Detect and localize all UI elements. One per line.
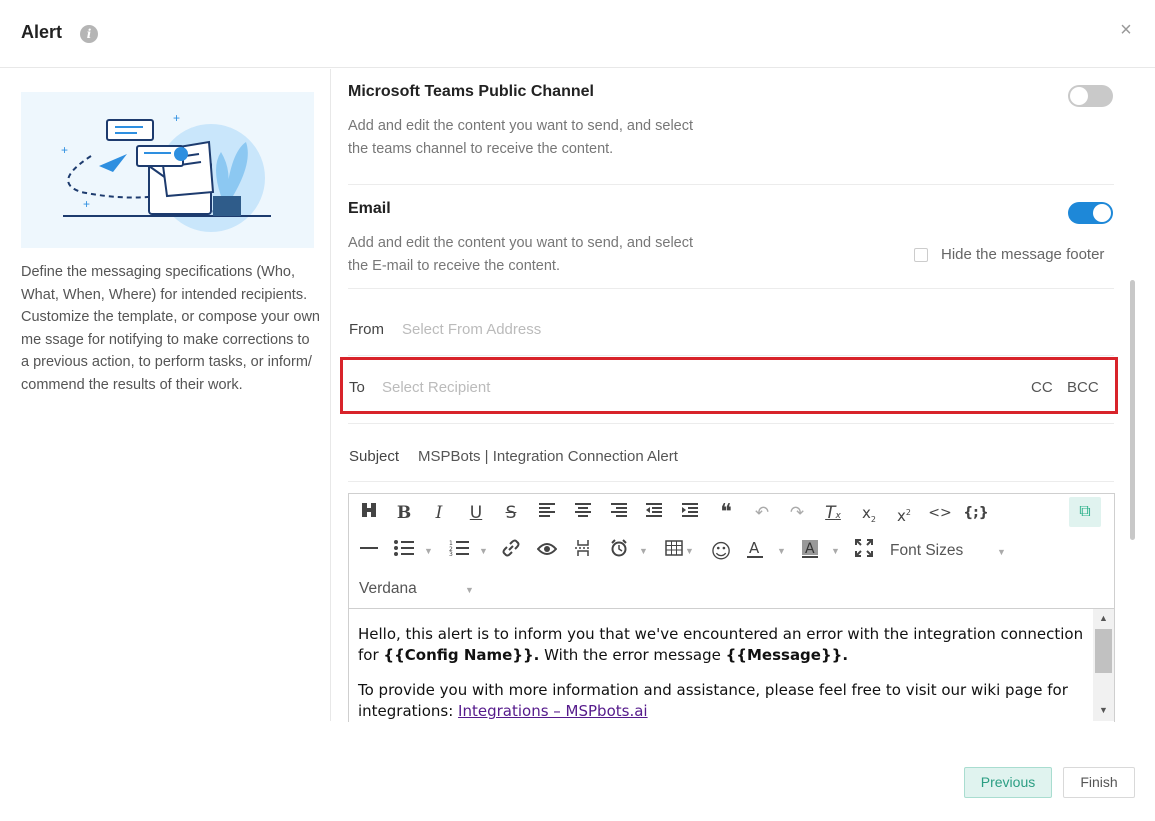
email-desc-line2: the E-mail to receive the content. <box>348 258 560 274</box>
code-icon[interactable]: <> <box>927 501 953 525</box>
align-right-icon[interactable] <box>606 501 632 525</box>
find-replace-icon[interactable] <box>356 501 382 525</box>
message-variable: {{Message}}. <box>725 646 849 664</box>
editor-scrollbar-thumb[interactable] <box>1095 629 1112 673</box>
variable-icon[interactable]: {;} <box>963 501 989 525</box>
italic-icon[interactable]: I <box>426 501 452 525</box>
subject-label: Subject <box>349 448 400 465</box>
fullscreen-icon[interactable] <box>851 539 877 563</box>
svg-text:A: A <box>749 539 760 557</box>
bold-icon[interactable]: B <box>391 501 417 525</box>
recipient-select[interactable]: Select Recipient <box>382 379 490 396</box>
teams-description: Add and edit the content you want to sen… <box>348 115 748 161</box>
messaging-illustration: + + + <box>21 92 314 248</box>
dialog-header: Alert i × <box>0 0 1155 68</box>
toggle-knob <box>1093 204 1111 222</box>
align-left-icon[interactable] <box>534 501 560 525</box>
svg-text:+: + <box>61 143 68 157</box>
superscript-icon[interactable]: x2 <box>891 501 917 525</box>
undo-icon[interactable]: ↶ <box>749 501 775 525</box>
email-desc-line1: Add and edit the content you want to sen… <box>348 235 694 251</box>
divider <box>348 288 1114 289</box>
redo-icon[interactable]: ↷ <box>784 501 810 525</box>
finish-button[interactable]: Finish <box>1063 767 1135 798</box>
clear-format-icon[interactable]: Tx <box>820 501 846 525</box>
bcc-button[interactable]: BCC <box>1067 379 1099 396</box>
align-center-icon[interactable] <box>570 501 596 525</box>
chevron-down-icon[interactable]: ▼ <box>777 546 786 556</box>
config-name-variable: {{Config Name}}. <box>383 646 540 664</box>
svg-text:3: 3 <box>449 551 453 556</box>
chevron-down-icon[interactable]: ▼ <box>997 547 1006 557</box>
close-icon[interactable]: × <box>1116 20 1136 40</box>
to-label: To <box>349 379 365 396</box>
previous-button[interactable]: Previous <box>964 767 1052 798</box>
dialog-title: Alert <box>21 22 63 42</box>
scroll-up-icon[interactable]: ▲ <box>1093 609 1114 627</box>
svg-text:+: + <box>173 111 180 125</box>
chevron-down-icon[interactable]: ▼ <box>465 585 474 595</box>
svg-text:A: A <box>805 541 815 557</box>
email-title: Email <box>348 200 391 217</box>
right-panel-scrollbar-thumb[interactable] <box>1130 280 1135 540</box>
chevron-down-icon[interactable]: ▼ <box>831 546 840 556</box>
svg-text:+: + <box>83 197 90 211</box>
table-icon[interactable] <box>661 539 687 563</box>
teams-desc-line2: the teams channel to receive the content… <box>348 141 614 157</box>
hide-footer-label[interactable]: Hide the message footer <box>941 246 1104 263</box>
editor-paragraph: Hello, this alert is to inform you that … <box>358 624 1093 666</box>
link-icon[interactable] <box>498 539 524 563</box>
divider <box>348 423 1114 424</box>
emoji-icon[interactable]: ☺ <box>708 539 734 563</box>
divider <box>348 355 1114 356</box>
from-label: From <box>349 321 384 338</box>
toolbar-divider <box>349 608 1114 609</box>
left-description: Define the messaging specifications (Who… <box>21 264 320 393</box>
body-text: With the error message <box>539 646 726 664</box>
font-size-select[interactable]: Font Sizes <box>890 542 963 560</box>
page-break-icon[interactable] <box>570 539 596 563</box>
blockquote-icon[interactable]: ❝ <box>713 501 739 525</box>
outdent-icon[interactable] <box>641 501 667 525</box>
subject-input[interactable]: MSPBots | Integration Connection Alert <box>418 448 678 465</box>
teams-title: Microsoft Teams Public Channel <box>348 83 594 100</box>
alarm-clock-icon[interactable] <box>606 539 632 563</box>
hide-footer-checkbox[interactable] <box>914 248 928 262</box>
editor-content[interactable]: Hello, this alert is to inform you that … <box>358 624 1093 736</box>
highlight-color-icon[interactable]: A <box>797 539 823 563</box>
numbered-list-icon[interactable]: 123 <box>446 539 472 563</box>
email-description: Add and edit the content you want to sen… <box>348 232 748 278</box>
bullet-list-icon[interactable] <box>391 539 417 563</box>
divider <box>348 481 1114 482</box>
font-family-select[interactable]: Verdana <box>359 580 417 598</box>
divider <box>348 184 1114 185</box>
teams-toggle[interactable] <box>1068 85 1113 107</box>
strikethrough-icon[interactable]: S <box>498 501 524 525</box>
chevron-down-icon[interactable]: ▼ <box>479 546 488 556</box>
chevron-down-icon[interactable]: ▼ <box>424 546 433 556</box>
underline-icon[interactable]: U <box>463 501 489 525</box>
cc-button[interactable]: CC <box>1031 379 1053 396</box>
left-panel: + + + Define the messaging specification… <box>0 69 331 721</box>
integrations-link[interactable]: Integrations – MSPbots.ai <box>458 702 648 720</box>
email-toggle[interactable] <box>1068 202 1113 224</box>
from-address-select[interactable]: Select From Address <box>402 321 541 338</box>
horizontal-rule-icon[interactable] <box>356 539 382 563</box>
teams-desc-line1: Add and edit the content you want to sen… <box>348 118 694 134</box>
copy-icon[interactable]: ⧉ <box>1069 497 1101 527</box>
font-color-icon[interactable]: A <box>742 539 768 563</box>
preview-eye-icon[interactable] <box>534 539 560 563</box>
subscript-icon[interactable]: x2 <box>856 501 882 525</box>
indent-icon[interactable] <box>677 501 703 525</box>
toggle-knob <box>1070 87 1088 105</box>
chevron-down-icon[interactable]: ▼ <box>639 546 648 556</box>
scroll-down-icon[interactable]: ▼ <box>1093 701 1114 719</box>
info-icon[interactable]: i <box>80 25 98 43</box>
editor-paragraph: To provide you with more information and… <box>358 680 1093 722</box>
chevron-down-icon[interactable]: ▼ <box>685 546 694 556</box>
